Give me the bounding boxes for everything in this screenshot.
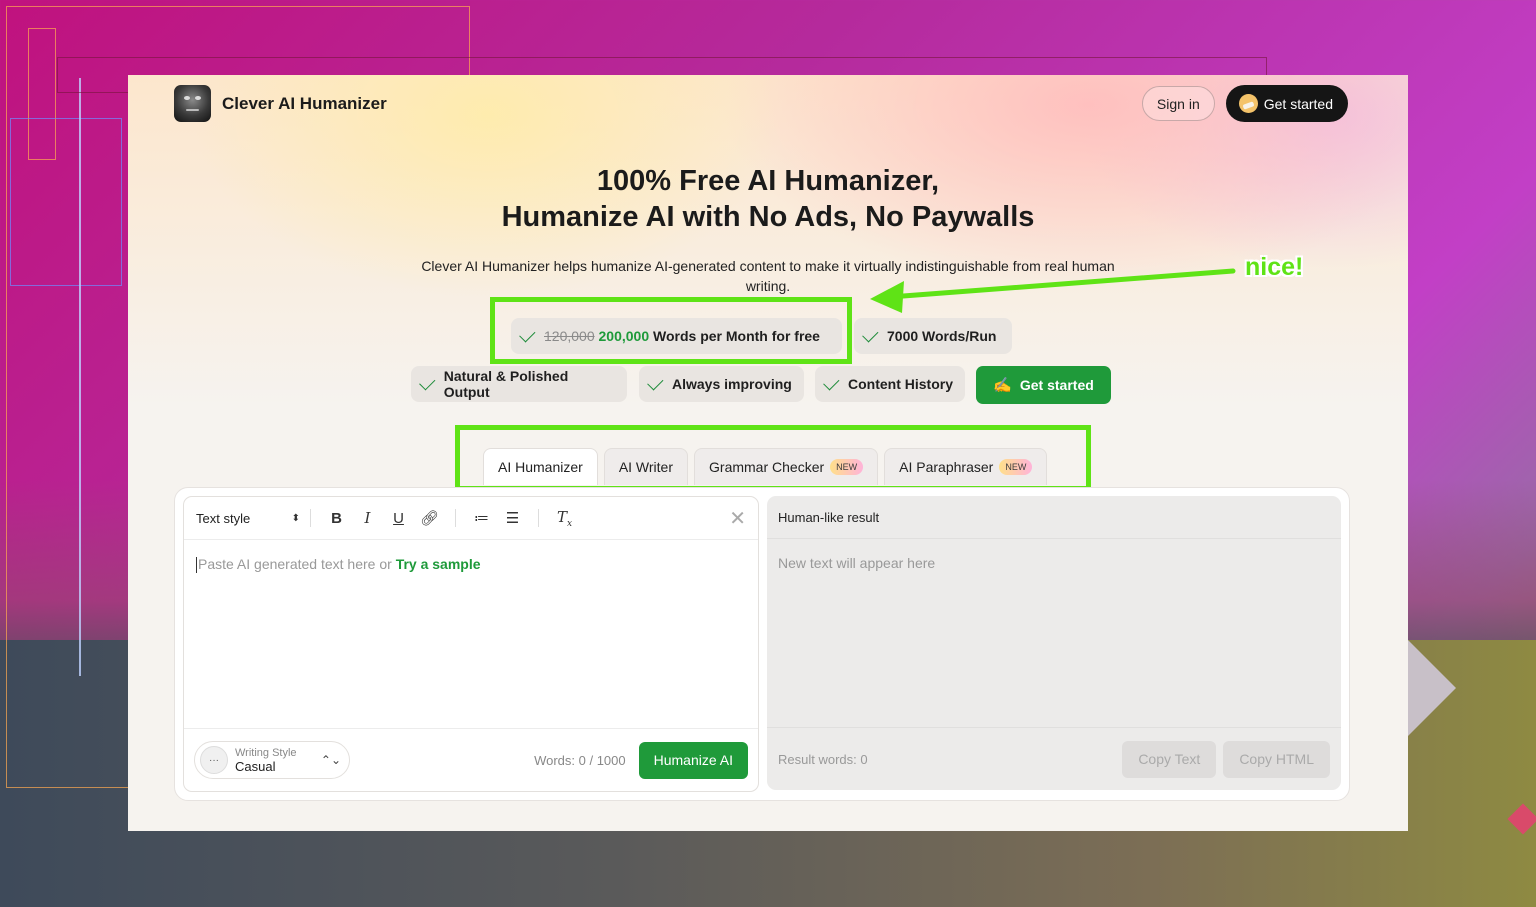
robot-logo-icon: [174, 85, 211, 122]
get-started-top-button[interactable]: Get started: [1225, 85, 1348, 122]
get-started-feature-button[interactable]: ✍ Get started: [976, 366, 1111, 404]
title-line-2: Humanize AI with No Ads, No Paywalls: [501, 201, 1035, 233]
humanize-ai-button[interactable]: Humanize AI: [638, 741, 748, 779]
input-editor: Text style ⬍ B I U 🔗︎ ≔ ☰ Tx ✕ Paste AI …: [183, 496, 759, 792]
writing-style-text: Writing Style Casual: [235, 746, 297, 774]
ordered-list-icon[interactable]: ≔: [466, 509, 497, 527]
deco-blue-frame: [10, 118, 122, 286]
toolbar-divider: [310, 509, 311, 527]
natural-output-label: Natural & Polished Output: [443, 368, 569, 400]
italic-icon[interactable]: I: [352, 509, 383, 527]
toolbar-divider: [538, 509, 539, 527]
check-icon: [647, 373, 664, 391]
updown-chevron-icon: ⌃⌄: [320, 753, 341, 767]
writing-style-select[interactable]: ··· Writing Style Casual ⌃⌄: [194, 741, 350, 779]
tab-ai-paraphraser[interactable]: AI Paraphraser NEW: [884, 448, 1048, 485]
tab-label: AI Humanizer: [498, 459, 583, 475]
deco-triangle: [1408, 640, 1456, 736]
tool-tabs: AI Humanizer AI Writer Grammar Checker N…: [483, 448, 1048, 485]
sign-in-button[interactable]: Sign in: [1141, 86, 1215, 121]
tab-label: AI Paraphraser: [899, 459, 994, 475]
underline-icon[interactable]: U: [383, 510, 414, 527]
feature-always-improving: Always improving: [639, 366, 804, 402]
content-history-label: Content History: [848, 376, 953, 392]
close-icon[interactable]: ✕: [729, 506, 746, 531]
text-style-select[interactable]: Text style ⬍: [196, 511, 300, 526]
result-footer: Result words: 0 Copy Text Copy HTML: [767, 727, 1341, 790]
result-panel: Human-like result New text will appear h…: [767, 496, 1341, 790]
text-caret: [196, 557, 197, 574]
writing-style-value: Casual: [235, 759, 276, 774]
get-started-feature-label: Get started: [1019, 377, 1094, 393]
text-style-label: Text style: [196, 510, 251, 526]
new-badge: NEW: [999, 459, 1033, 475]
feature-natural-output: Natural & Polished Output: [411, 366, 627, 402]
brand[interactable]: Clever AI Humanizer: [174, 85, 387, 122]
brand-name: Clever AI Humanizer: [222, 93, 387, 113]
copy-html-button[interactable]: Copy HTML: [1223, 740, 1330, 778]
tab-ai-writer[interactable]: AI Writer: [603, 448, 689, 485]
always-improving-label: Always improving: [672, 376, 792, 392]
copy-text-button[interactable]: Copy Text: [1122, 740, 1217, 778]
tab-grammar-checker[interactable]: Grammar Checker NEW: [694, 448, 879, 485]
top-nav: Sign in Get started: [1141, 85, 1348, 122]
check-icon: [419, 373, 436, 390]
bold-icon[interactable]: B: [321, 510, 352, 527]
updown-chevron-icon: ⬍: [291, 512, 300, 524]
link-icon[interactable]: 🔗︎: [414, 509, 445, 527]
tab-label: AI Writer: [618, 459, 674, 475]
feature-words-per-run: 7000 Words/Run: [854, 318, 1012, 354]
new-badge: NEW: [830, 459, 864, 475]
tab-ai-humanizer[interactable]: AI Humanizer: [483, 448, 598, 485]
word-count: Words: 0 / 1000: [534, 752, 626, 768]
page-title: 100% Free AI Humanizer, Humanize AI with…: [128, 163, 1408, 235]
annotation-arrow-icon: [870, 268, 1236, 313]
result-text-area: New text will appear here: [778, 555, 936, 571]
title-line-1: 100% Free AI Humanizer,: [596, 165, 940, 197]
toolbar-divider: [455, 509, 456, 527]
chat-bubble-icon: ···: [200, 746, 228, 774]
bullet-list-icon[interactable]: ☰: [497, 509, 528, 527]
check-icon: [823, 373, 840, 391]
writing-hand-icon: [1238, 94, 1258, 113]
app-page: Clever AI Humanizer Sign in Get started …: [128, 75, 1408, 831]
result-header: Human-like result: [767, 496, 1341, 539]
editor-footer: ··· Writing Style Casual ⌃⌄ Words: 0 / 1…: [184, 728, 758, 791]
deco-vertical-line: [79, 78, 81, 676]
annotation-nice-text: nice!: [1245, 253, 1304, 281]
clear-format-icon[interactable]: Tx: [549, 508, 580, 529]
humanizer-panel: Text style ⬍ B I U 🔗︎ ≔ ☰ Tx ✕ Paste AI …: [174, 487, 1350, 801]
try-sample-link[interactable]: Try a sample: [396, 556, 481, 572]
editor-text-area[interactable]: Paste AI generated text here or Try a sa…: [184, 540, 758, 589]
writing-hand-icon: ✍: [993, 377, 1012, 394]
words-per-run-label: 7000 Words/Run: [887, 328, 997, 344]
check-icon: [862, 325, 879, 343]
result-word-count: Result words: 0: [778, 751, 868, 767]
annotation-highlight-words: [490, 297, 852, 364]
tab-label: Grammar Checker: [709, 459, 825, 475]
editor-placeholder: Paste AI generated text here or: [198, 556, 392, 572]
editor-toolbar: Text style ⬍ B I U 🔗︎ ≔ ☰ Tx ✕: [184, 497, 758, 540]
writing-style-label: Writing Style: [235, 747, 297, 759]
feature-content-history: Content History: [815, 366, 965, 402]
get-started-label: Get started: [1263, 95, 1333, 112]
